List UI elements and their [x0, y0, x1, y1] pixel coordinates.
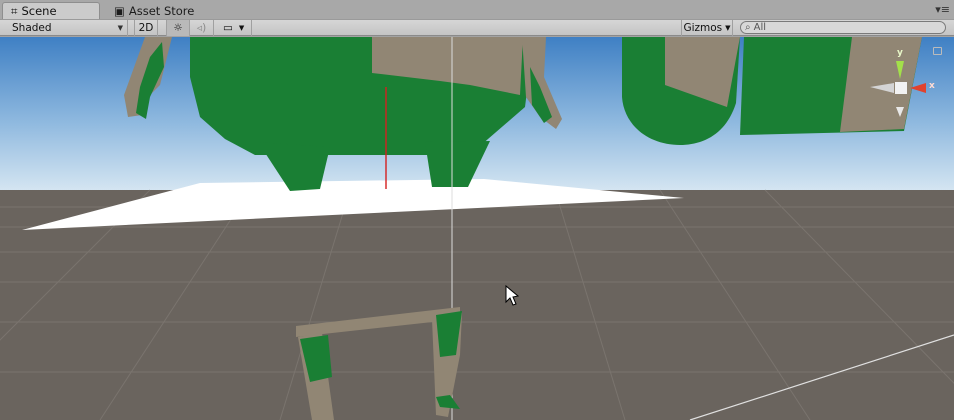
2d-toggle-label: 2D: [138, 22, 154, 34]
gizmos-dropdown[interactable]: Gizmos ▼: [681, 20, 733, 36]
draw-mode-label: Shaded: [12, 22, 52, 34]
tab-scene-label: Scene: [21, 4, 57, 18]
dropdown-arrow-icon: ▼: [238, 24, 245, 32]
figure-right-block: [740, 37, 922, 135]
image-icon: ▭: [223, 22, 233, 34]
scene-canvas: y x: [0, 37, 954, 420]
search-placeholder: All: [753, 22, 767, 33]
scene-audio-toggle[interactable]: ◃): [190, 20, 214, 36]
store-bag-icon: ▣: [114, 3, 125, 18]
tab-scene[interactable]: ⌗ Scene: [2, 2, 100, 19]
tab-asset-store[interactable]: ▣ Asset Store: [106, 2, 206, 19]
gizmos-label: Gizmos: [683, 22, 723, 34]
tab-bar: ⌗ Scene ▣ Asset Store ▾≡: [0, 0, 954, 19]
hierarchy-search-input[interactable]: ⌕ All: [740, 21, 946, 34]
scene-toolbar: Shaded ▼ 2D ☼ ◃) ▭ ▼ Gizmos ▼ ⌕ All: [0, 19, 954, 36]
gizmo-y-label: y: [897, 48, 903, 58]
speaker-icon: ◃): [196, 22, 207, 34]
2d-toggle-button[interactable]: 2D: [134, 20, 158, 36]
scene-lighting-toggle[interactable]: ☼: [166, 20, 190, 36]
lock-icon[interactable]: [933, 47, 942, 55]
gizmo-x-label: x: [929, 81, 935, 91]
sun-icon: ☼: [173, 22, 183, 34]
scene-effects-dropdown[interactable]: ▭ ▼: [218, 20, 252, 36]
tab-menu-icon[interactable]: ▾≡: [935, 3, 950, 16]
grid-icon: ⌗: [11, 3, 18, 18]
search-icon: ⌕: [745, 22, 751, 33]
dropdown-arrow-icon: ▼: [725, 24, 731, 32]
dropdown-arrow-icon: ▼: [117, 24, 123, 32]
tab-asset-store-label: Asset Store: [128, 3, 195, 18]
ground: [0, 190, 954, 420]
draw-mode-dropdown[interactable]: Shaded ▼: [2, 20, 128, 36]
scene-viewport[interactable]: y x: [0, 37, 954, 420]
